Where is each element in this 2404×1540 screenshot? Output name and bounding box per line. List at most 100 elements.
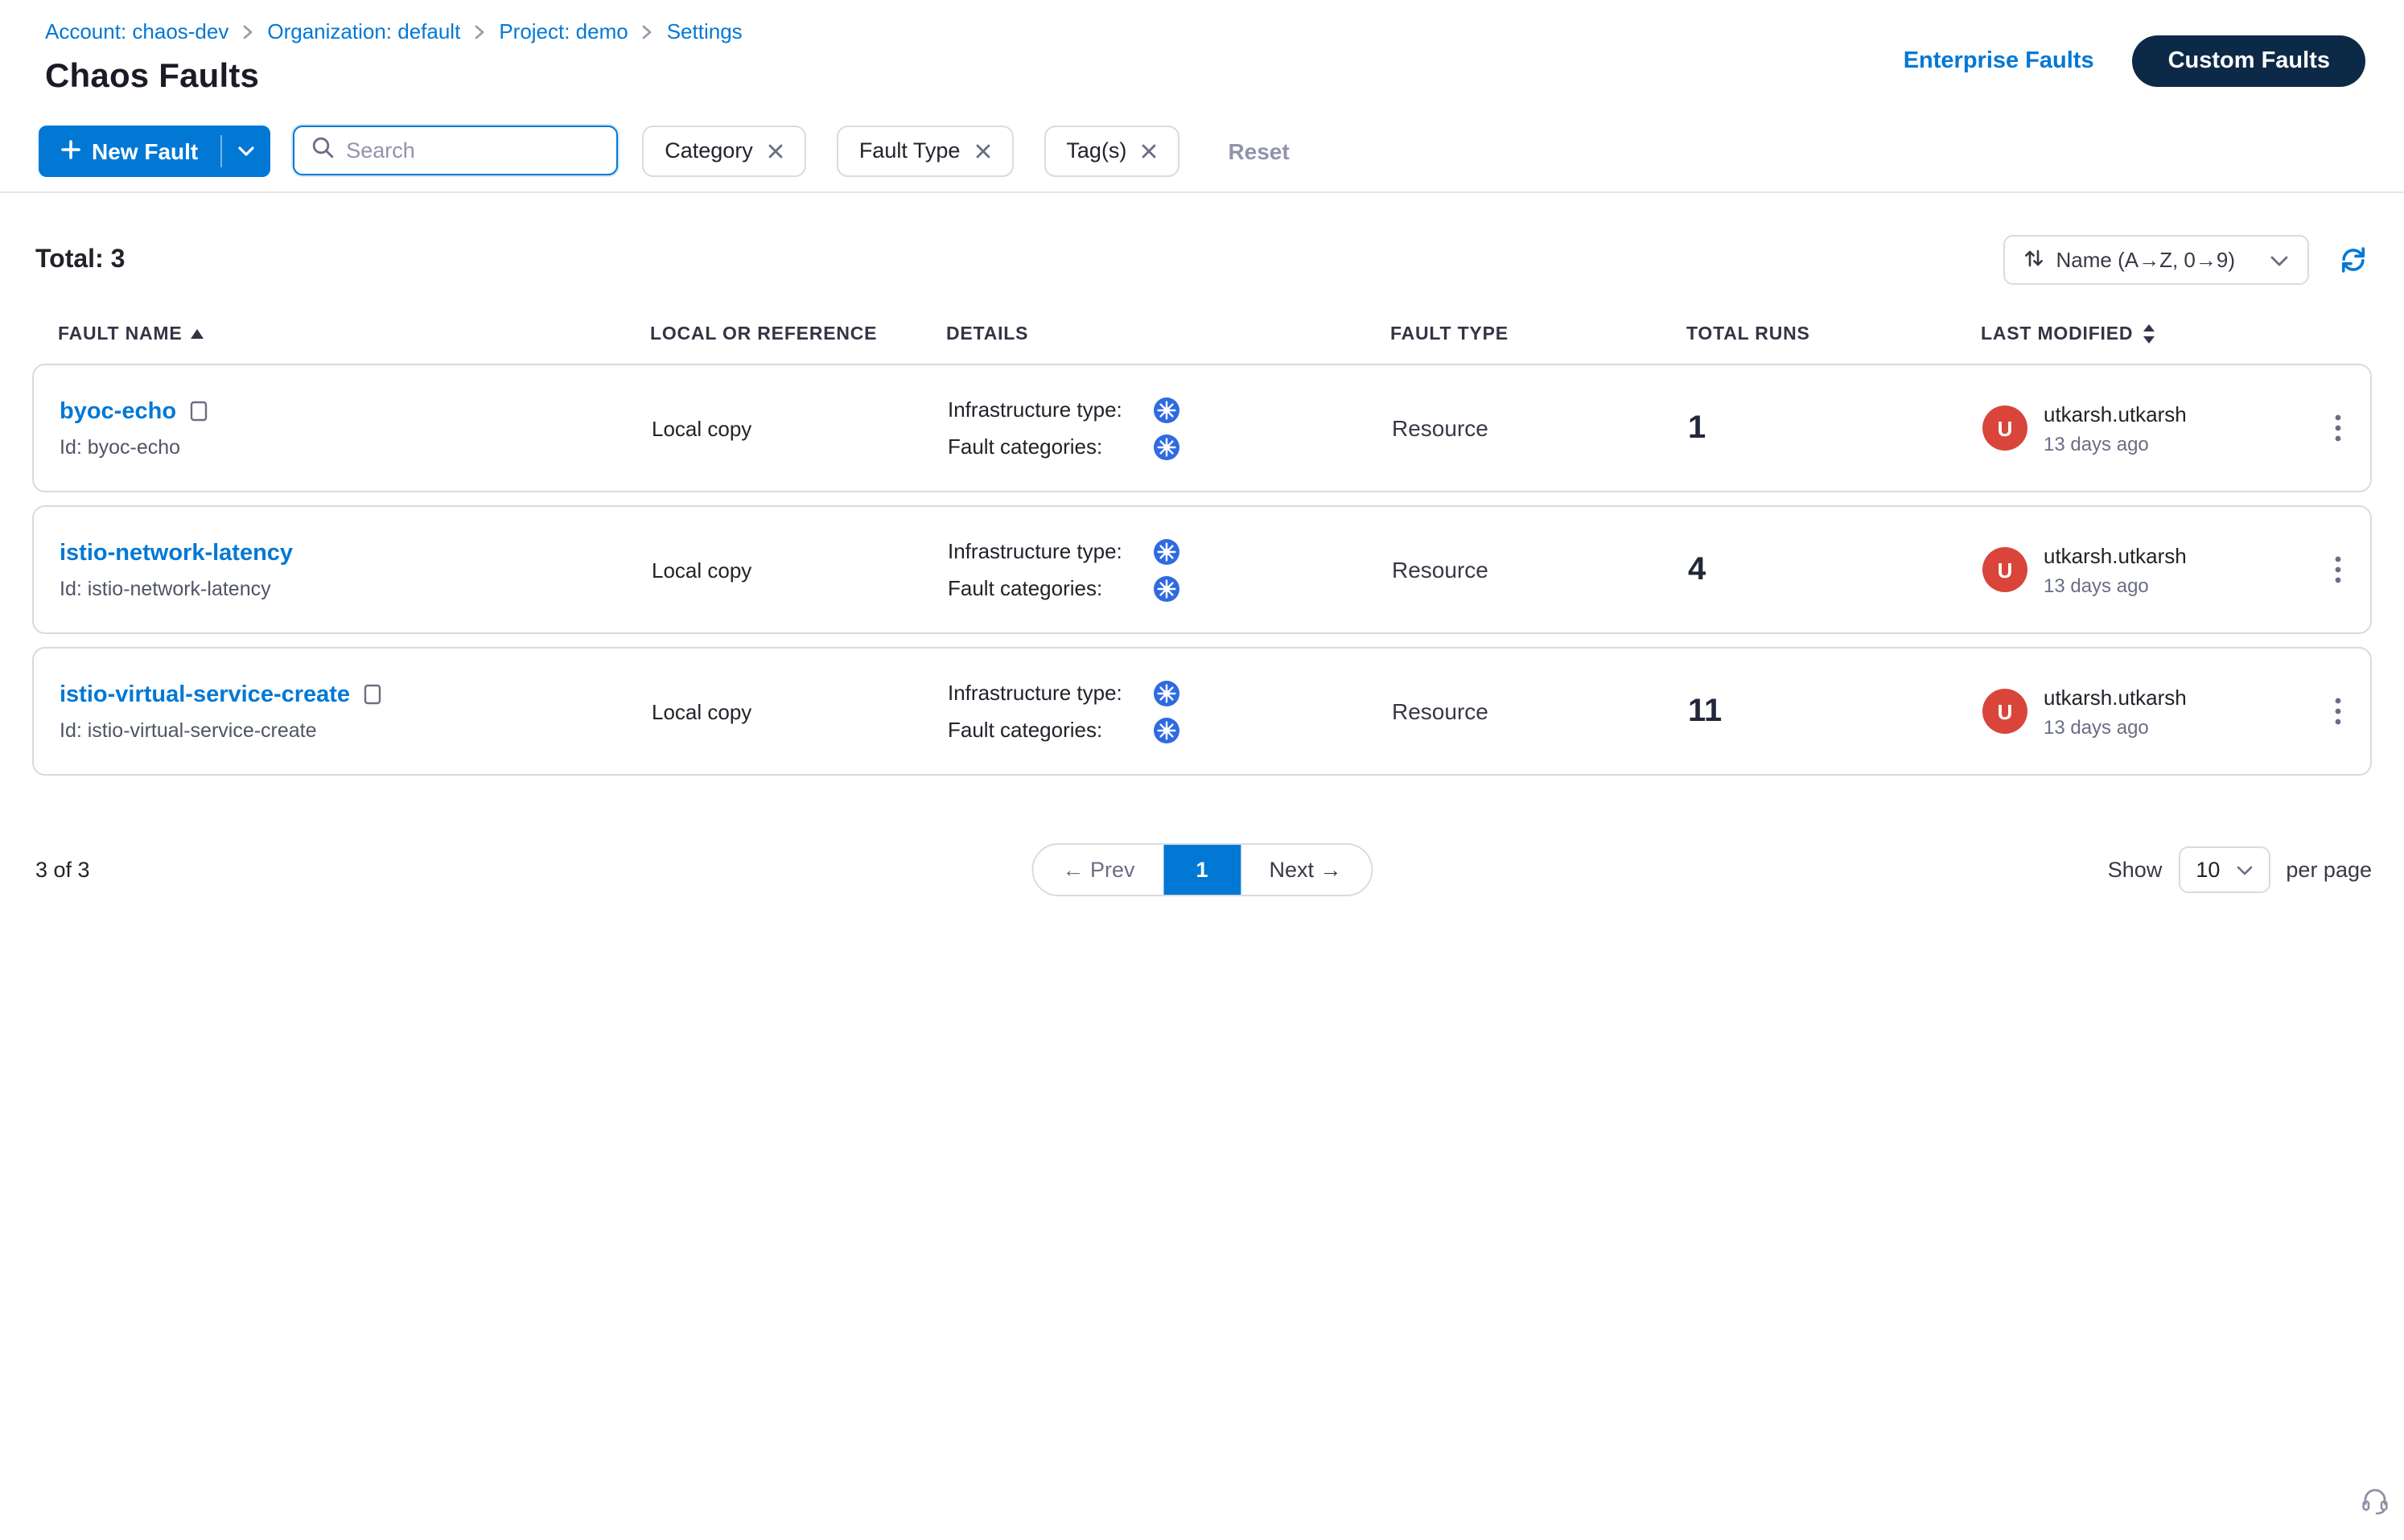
- row-menu-button[interactable]: [2304, 546, 2370, 594]
- infrastructure-type-label: Infrastructure type:: [948, 539, 1154, 563]
- header-left: Account: chaos-dev Organization: default…: [45, 19, 743, 97]
- refresh-icon: [2338, 245, 2369, 275]
- filter-fault-type[interactable]: Fault Type: [837, 125, 1014, 176]
- show-label: Show: [2108, 858, 2163, 882]
- column-label: LAST MODIFIED: [1981, 324, 2133, 344]
- pager: ← Prev 1 Next →: [1031, 843, 1372, 896]
- column-label: LOCAL OR REFERENCE: [650, 324, 877, 344]
- breadcrumb-account-link[interactable]: Account: chaos-dev: [45, 19, 228, 43]
- new-fault-split-button: New Fault: [39, 125, 270, 176]
- kebab-menu-icon: [2334, 697, 2340, 726]
- chaos-faults-page: Account: chaos-dev Organization: default…: [0, 0, 2404, 1540]
- pagination-range-label: 3 of 3: [35, 858, 90, 882]
- chevron-right-icon: [241, 23, 254, 39]
- sort-both-icon: [2141, 323, 2155, 344]
- table-row[interactable]: istio-virtual-service-create Id: istio-v…: [32, 647, 2372, 776]
- new-fault-dropdown-button[interactable]: [222, 125, 270, 176]
- fault-type-cell: Resource: [1392, 698, 1688, 724]
- column-header-last-modified[interactable]: LAST MODIFIED: [1981, 323, 2303, 344]
- column-label: FAULT NAME: [58, 324, 183, 344]
- refresh-button[interactable]: [2335, 241, 2372, 278]
- fault-type-cell: Resource: [1392, 557, 1688, 583]
- fault-name-link[interactable]: istio-virtual-service-create: [60, 681, 350, 707]
- pagination: 3 of 3 ← Prev 1 Next → Show 10 per page: [32, 846, 2372, 893]
- filter-category[interactable]: Category: [642, 125, 806, 176]
- last-modified-cell: U utkarsh.utkarsh 13 days ago: [1982, 543, 2304, 596]
- filter-tags[interactable]: Tag(s): [1044, 125, 1179, 176]
- column-header-details: DETAILS: [946, 324, 1390, 344]
- close-icon[interactable]: [1141, 142, 1157, 159]
- support-headset-icon[interactable]: [2359, 1484, 2391, 1524]
- fault-name-link[interactable]: istio-network-latency: [60, 540, 293, 566]
- breadcrumb-organization-link[interactable]: Organization: default: [267, 19, 460, 43]
- new-fault-button[interactable]: New Fault: [39, 125, 220, 176]
- column-header-total-runs: TOTAL RUNS: [1686, 324, 1981, 344]
- fault-id-label: Id: byoc-echo: [60, 435, 652, 458]
- reset-filters-button[interactable]: Reset: [1228, 138, 1289, 163]
- custom-faults-button[interactable]: Custom Faults: [2133, 35, 2365, 87]
- column-label: FAULT TYPE: [1390, 324, 1509, 344]
- next-page-button[interactable]: Next →: [1241, 845, 1371, 895]
- close-icon[interactable]: [974, 142, 990, 159]
- details-cell: Infrastructure type: Fault categories:: [948, 680, 1392, 743]
- total-count-label: Total: 3: [35, 245, 125, 274]
- main-content: Total: 3 Name (A→Z, 0→9) FAU: [0, 235, 2404, 893]
- filter-chips: Category Fault Type Tag(s): [642, 125, 1179, 176]
- fault-name-cell: istio-virtual-service-create Id: istio-v…: [60, 681, 652, 741]
- header-right: Enterprise Faults Custom Faults: [1904, 35, 2365, 87]
- table-row[interactable]: byoc-echo Id: byoc-echo Local copy Infra…: [32, 364, 2372, 492]
- breadcrumb: Account: chaos-dev Organization: default…: [45, 19, 743, 43]
- fault-id-label: Id: istio-network-latency: [60, 577, 652, 599]
- enterprise-faults-link[interactable]: Enterprise Faults: [1904, 48, 2094, 74]
- fault-type-cell: Resource: [1392, 415, 1688, 441]
- page-title: Chaos Faults: [45, 58, 743, 97]
- fault-id-label: Id: istio-virtual-service-create: [60, 719, 652, 741]
- total-runs-cell: 11: [1688, 693, 1982, 730]
- local-or-reference-cell: Local copy: [652, 558, 948, 582]
- page-size-dropdown[interactable]: 10: [2178, 846, 2270, 893]
- sort-dropdown-label: Name (A→Z, 0→9): [2056, 248, 2236, 272]
- table-row[interactable]: istio-network-latency Id: istio-network-…: [32, 505, 2372, 634]
- last-modified-cell: U utkarsh.utkarsh 13 days ago: [1982, 685, 2304, 738]
- modified-by-label: utkarsh.utkarsh: [2044, 543, 2187, 567]
- column-header-fault-name[interactable]: FAULT NAME: [58, 324, 650, 344]
- row-menu-button[interactable]: [2304, 404, 2370, 452]
- fault-categories-label: Fault categories:: [948, 718, 1154, 742]
- per-page-label: per page: [2286, 858, 2372, 882]
- breadcrumb-settings-link[interactable]: Settings: [667, 19, 743, 43]
- kubernetes-icon: [1154, 717, 1179, 743]
- modified-by-label: utkarsh.utkarsh: [2044, 401, 2187, 426]
- fault-categories-label: Fault categories:: [948, 576, 1154, 600]
- kebab-menu-icon: [2334, 555, 2340, 584]
- chevron-down-icon: [2270, 248, 2288, 272]
- current-page-button[interactable]: 1: [1163, 845, 1240, 895]
- plus-icon: [61, 138, 80, 163]
- kubernetes-icon: [1154, 397, 1179, 422]
- modified-at-label: 13 days ago: [2044, 715, 2187, 738]
- chevron-right-icon: [473, 23, 486, 39]
- page-size-control: Show 10 per page: [2108, 846, 2372, 893]
- infrastructure-type-label: Infrastructure type:: [948, 681, 1154, 705]
- close-icon[interactable]: [768, 142, 784, 159]
- breadcrumb-project-link[interactable]: Project: demo: [499, 19, 628, 43]
- page-header: Account: chaos-dev Organization: default…: [0, 0, 2404, 109]
- local-or-reference-cell: Local copy: [652, 416, 948, 440]
- sort-dropdown[interactable]: Name (A→Z, 0→9): [2003, 235, 2310, 285]
- modified-at-label: 13 days ago: [2044, 432, 2187, 455]
- modified-by-label: utkarsh.utkarsh: [2044, 685, 2187, 709]
- prev-page-button[interactable]: ← Prev: [1033, 845, 1163, 895]
- document-icon: [363, 684, 381, 705]
- search-input[interactable]: [346, 138, 600, 163]
- fault-name-cell: byoc-echo Id: byoc-echo: [60, 398, 652, 458]
- row-menu-button[interactable]: [2304, 687, 2370, 735]
- kubernetes-icon: [1154, 575, 1179, 601]
- chevron-right-icon: [641, 23, 654, 39]
- list-controls-right: Name (A→Z, 0→9): [2003, 235, 2373, 285]
- column-header-fault-type: FAULT TYPE: [1390, 324, 1686, 344]
- fault-name-link[interactable]: byoc-echo: [60, 398, 176, 424]
- kebab-menu-icon: [2334, 414, 2340, 443]
- toolbar: New Fault Category Fault Type: [0, 109, 2404, 193]
- new-fault-label: New Fault: [92, 138, 198, 163]
- column-header-local-or-reference: LOCAL OR REFERENCE: [650, 324, 946, 344]
- search-box: [293, 126, 618, 175]
